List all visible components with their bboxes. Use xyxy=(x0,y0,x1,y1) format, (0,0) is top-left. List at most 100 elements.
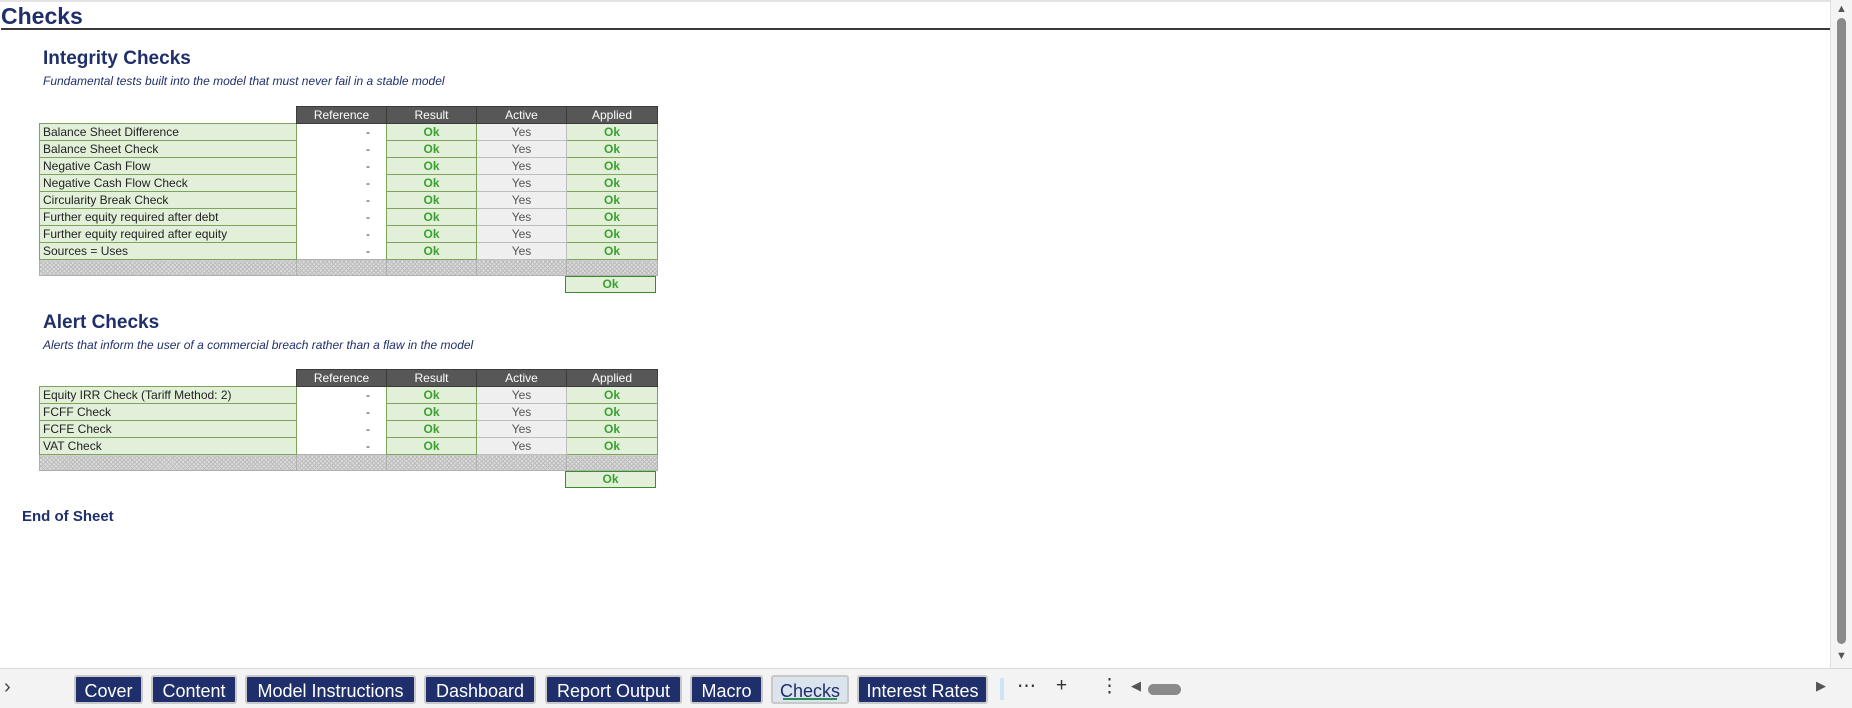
applied-cell[interactable]: Ok xyxy=(566,157,658,175)
worksheet-area[interactable]: Checks Integrity Checks Fundamental test… xyxy=(0,0,1830,668)
tab-report-output[interactable]: Report Output xyxy=(545,675,682,704)
check-label-cell[interactable]: VAT Check xyxy=(39,437,297,455)
active-cell[interactable]: Yes xyxy=(476,403,567,421)
scroll-up-icon[interactable]: ▲ xyxy=(1836,3,1847,15)
tab-dashboard[interactable]: Dashboard xyxy=(424,675,536,704)
applied-cell[interactable]: Ok xyxy=(566,174,658,192)
tab-interest-rates[interactable]: Interest Rates xyxy=(857,675,988,704)
active-tab-underline xyxy=(783,698,837,700)
applied-cell[interactable]: Ok xyxy=(566,437,658,455)
check-label-cell[interactable]: Sources = Uses xyxy=(39,242,297,260)
vertical-scrollbar[interactable]: ▲ ▼ xyxy=(1830,0,1852,668)
horizontal-scroll-thumb[interactable] xyxy=(1148,684,1181,695)
table-row: Balance Sheet Difference - Ok Yes Ok xyxy=(39,123,658,141)
reference-cell[interactable]: - xyxy=(296,174,387,192)
table-row: Further equity required after debt - Ok Yes… xyxy=(39,208,658,226)
check-label-cell[interactable]: Balance Sheet Difference xyxy=(39,123,297,141)
tab-macro[interactable]: Macro xyxy=(690,675,763,704)
active-cell[interactable]: Yes xyxy=(476,208,567,226)
chevron-right-icon[interactable]: › xyxy=(4,676,11,699)
table-row: FCFF Check - Ok Yes Ok xyxy=(39,403,658,421)
active-cell[interactable]: Yes xyxy=(476,420,567,438)
vertical-ellipsis-icon[interactable]: ⋮ xyxy=(1100,675,1119,698)
result-cell[interactable]: Ok xyxy=(386,140,477,158)
active-cell[interactable]: Yes xyxy=(476,191,567,209)
active-cell[interactable]: Yes xyxy=(476,437,567,455)
reference-cell[interactable]: - xyxy=(296,403,387,421)
applied-cell[interactable]: Ok xyxy=(566,225,658,243)
header-applied: Applied xyxy=(566,106,658,124)
result-cell[interactable]: Ok xyxy=(386,225,477,243)
reference-cell[interactable]: - xyxy=(296,437,387,455)
active-cell[interactable]: Yes xyxy=(476,225,567,243)
result-cell[interactable]: Ok xyxy=(386,157,477,175)
tab-checks[interactable]: Checks xyxy=(771,675,849,704)
reference-cell[interactable]: - xyxy=(296,191,387,209)
scroll-down-icon[interactable]: ▼ xyxy=(1836,650,1847,662)
alert-summary-cell[interactable]: Ok xyxy=(565,471,656,488)
check-label-cell[interactable]: Balance Sheet Check xyxy=(39,140,297,158)
hatched-cell xyxy=(39,259,297,276)
active-cell[interactable]: Yes xyxy=(476,123,567,141)
applied-cell[interactable]: Ok xyxy=(566,420,658,438)
active-cell[interactable]: Yes xyxy=(476,157,567,175)
applied-cell[interactable]: Ok xyxy=(566,123,658,141)
hatched-cell xyxy=(476,454,567,471)
active-cell[interactable]: Yes xyxy=(476,242,567,260)
hatched-cell xyxy=(386,259,477,276)
reference-cell[interactable]: - xyxy=(296,140,387,158)
active-cell[interactable]: Yes xyxy=(476,386,567,404)
check-label-cell[interactable]: Equity IRR Check (Tariff Method: 2) xyxy=(39,386,297,404)
check-label-cell[interactable]: Circularity Break Check xyxy=(39,191,297,209)
tab-cover[interactable]: Cover xyxy=(74,675,143,704)
result-cell[interactable]: Ok xyxy=(386,437,477,455)
active-cell[interactable]: Yes xyxy=(476,174,567,192)
result-cell[interactable]: Ok xyxy=(386,208,477,226)
tab-divider xyxy=(1000,678,1004,700)
applied-cell[interactable]: Ok xyxy=(566,386,658,404)
applied-cell[interactable]: Ok xyxy=(566,403,658,421)
reference-cell[interactable]: - xyxy=(296,123,387,141)
triangle-right-icon[interactable]: ▶ xyxy=(1816,678,1826,694)
result-cell[interactable]: Ok xyxy=(386,123,477,141)
tab-model-instructions[interactable]: Model Instructions xyxy=(245,675,416,704)
result-cell[interactable]: Ok xyxy=(386,403,477,421)
header-reference: Reference xyxy=(296,106,387,124)
check-label-cell[interactable]: Negative Cash Flow xyxy=(39,157,297,175)
result-cell[interactable]: Ok xyxy=(386,174,477,192)
result-cell[interactable]: Ok xyxy=(386,242,477,260)
check-label-cell[interactable]: Negative Cash Flow Check xyxy=(39,174,297,192)
reference-cell[interactable]: - xyxy=(296,208,387,226)
ellipsis-icon[interactable]: ⋯ xyxy=(1017,675,1036,698)
reference-cell[interactable]: - xyxy=(296,225,387,243)
check-label-cell[interactable]: Further equity required after debt xyxy=(39,208,297,226)
applied-cell[interactable]: Ok xyxy=(566,140,658,158)
alert-checks-table: Reference Result Active Applied Equity I… xyxy=(39,369,658,471)
result-cell[interactable]: Ok xyxy=(386,386,477,404)
hatched-cell xyxy=(386,454,477,471)
hatched-cell xyxy=(566,259,658,276)
result-cell[interactable]: Ok xyxy=(386,191,477,209)
reference-cell[interactable]: - xyxy=(296,386,387,404)
reference-cell[interactable]: - xyxy=(296,242,387,260)
hatched-cell xyxy=(476,259,567,276)
result-cell[interactable]: Ok xyxy=(386,420,477,438)
vertical-scroll-thumb[interactable] xyxy=(1837,18,1846,644)
integrity-checks-table: Reference Result Active Applied Balance … xyxy=(39,106,658,276)
reference-cell[interactable]: - xyxy=(296,157,387,175)
alert-checks-title: Alert Checks xyxy=(43,312,160,333)
applied-cell[interactable]: Ok xyxy=(566,208,658,226)
check-label-cell[interactable]: FCFF Check xyxy=(39,403,297,421)
triangle-left-icon[interactable]: ◀ xyxy=(1131,678,1141,694)
reference-cell[interactable]: - xyxy=(296,420,387,438)
integrity-summary-cell[interactable]: Ok xyxy=(565,276,656,293)
table-row: FCFE Check - Ok Yes Ok xyxy=(39,420,658,438)
plus-icon[interactable]: + xyxy=(1056,675,1067,697)
header-applied: Applied xyxy=(566,369,658,387)
check-label-cell[interactable]: FCFE Check xyxy=(39,420,297,438)
applied-cell[interactable]: Ok xyxy=(566,242,658,260)
tab-content[interactable]: Content xyxy=(151,675,237,704)
active-cell[interactable]: Yes xyxy=(476,140,567,158)
check-label-cell[interactable]: Further equity required after equity xyxy=(39,225,297,243)
applied-cell[interactable]: Ok xyxy=(566,191,658,209)
